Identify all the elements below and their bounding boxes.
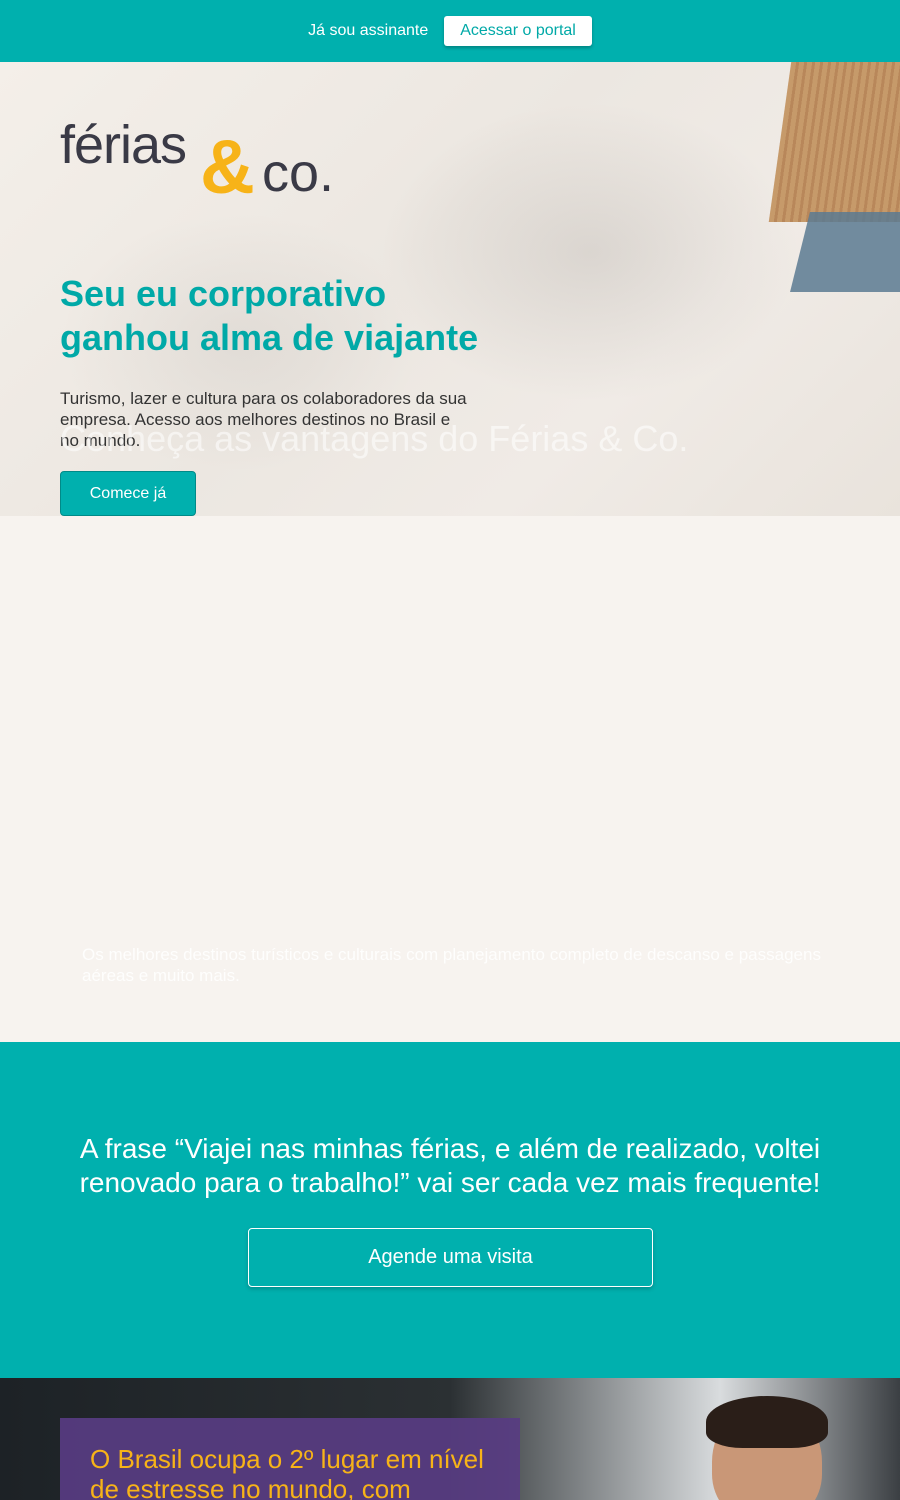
start-now-button[interactable]: Comece já [60, 471, 196, 516]
advantages-section: Os melhores destinos turísticos e cultur… [0, 516, 900, 1042]
beach-hut-shadow [790, 212, 900, 292]
beach-hut-roof [768, 62, 900, 222]
stats-box: O Brasil ocupa o 2º lugar em nível de es… [60, 1418, 520, 1500]
testimonial-quote: A frase “Viajei nas minhas férias, e alé… [79, 1133, 821, 1198]
subscriber-label: Já sou assinante [308, 22, 429, 39]
hero-title: Seu eu corporativo ganhou alma de viajan… [60, 273, 479, 358]
stress-stat-text: O Brasil ocupa o 2º lugar em nível de es… [90, 1444, 484, 1500]
advantages-title: Conheça as vantagens do Férias & Co. [60, 418, 689, 459]
hero-section: férias & co. Seu eu corporativo ganhou a… [0, 62, 900, 516]
top-bar: Já sou assinante Acessar o portal [0, 0, 900, 62]
ferias-co-logo[interactable]: férias & co. [60, 114, 340, 210]
schedule-visit-button[interactable]: Agende uma visita [248, 1228, 653, 1287]
access-portal-button[interactable]: Acessar o portal [444, 16, 592, 46]
quote-section: A frase “Viajei nas minhas férias, e alé… [0, 1042, 900, 1378]
person-photo-hair [706, 1396, 828, 1448]
stress-stats-section: O Brasil ocupa o 2º lugar em nível de es… [0, 1378, 900, 1500]
advantages-faint-text: Os melhores destinos turísticos e cultur… [82, 945, 821, 985]
logo-word-co: co. [262, 143, 335, 203]
logo-ampersand: & [200, 125, 255, 210]
logo-word-ferias: férias [60, 115, 187, 175]
